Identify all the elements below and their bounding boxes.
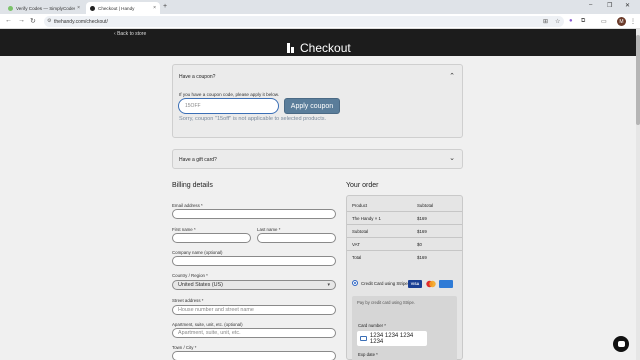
browser-tab-simplycodes[interactable]: Verify Codes — SimplyCodes × [4,2,84,14]
country-value: United States (US) [178,282,223,288]
last-name-label: Last name * [257,227,281,232]
order-row: Subtotal $169 [347,225,462,238]
url-text: thehandy.com/checkout/ [54,18,108,25]
apply-coupon-button[interactable]: Apply coupon [284,98,340,114]
handy-favicon-icon [90,5,95,11]
card-number-input[interactable]: 1234 1234 1234 1234 [357,331,427,346]
gift-card-toggle[interactable]: Have a gift card? [179,157,217,163]
extension-icon[interactable]: ● [569,18,573,24]
side-panel-icon[interactable]: ▭ [601,18,607,25]
tab-label: Checkout | Handy [98,5,135,11]
order-row-value: $169 [417,255,427,260]
back-to-store-link[interactable]: ‹ Back to store [114,31,146,37]
reload-icon[interactable]: ↻ [30,17,36,25]
last-name-field[interactable] [257,233,336,243]
browser-tab-checkout[interactable]: Checkout | Handy × [86,2,160,14]
stripe-card-form: Pay by credit card using Stripe. Card nu… [352,296,457,360]
order-row-value: $169 [417,216,427,221]
coupon-toggle[interactable]: Have a coupon? [179,74,215,80]
email-label: Email address * [172,203,203,208]
street-label: Street address * [172,298,204,303]
dropdown-caret-icon: ▾ [327,282,330,288]
gift-card-panel[interactable]: Have a gift card? ⌄ [172,149,463,169]
order-row-value: $169 [417,229,427,234]
order-total-row: Total $169 [347,251,462,265]
scrollbar-thumb[interactable] [636,35,640,125]
apartment-placeholder: Apartment, suite, unit, etc. [178,330,241,336]
back-to-store-label: Back to store [117,31,147,37]
order-summary: Product Subtotal The Handy × 1 $169 Subt… [346,195,463,360]
tab-label: Verify Codes — SimplyCodes [16,5,76,11]
visa-icon: VISA [408,280,422,288]
page-title: Checkout [300,41,351,55]
page-scrollbar[interactable] [636,29,640,360]
coupon-hint: If you have a coupon code, please apply … [179,92,280,97]
order-row-label: Subtotal [352,229,369,234]
amex-icon [439,280,453,288]
country-select[interactable]: United States (US) ▾ [172,280,336,290]
order-row: The Handy × 1 $169 [347,212,462,225]
first-name-field[interactable] [172,233,251,243]
country-label: Country / Region * [172,273,208,278]
order-row-value: $0 [417,242,422,247]
menu-dots-icon[interactable]: ⋮ [630,18,636,25]
town-label: Town / City * [172,345,197,350]
street-placeholder: House number and street name [178,307,254,313]
translate-icon[interactable]: ⊞ [543,18,548,25]
card-number-label: Card number * [358,323,386,328]
address-bar[interactable]: ⚙ thehandy.com/checkout/ [44,16,564,27]
minimize-icon[interactable]: – [589,2,592,8]
credit-card-icon [360,336,367,341]
chevron-up-icon[interactable]: ⌃ [449,72,455,80]
first-name-label: First name * [172,227,196,232]
street-address-field[interactable]: House number and street name [172,305,336,315]
order-row-label: Total [352,255,362,260]
forward-arrow-icon[interactable]: → [18,17,25,24]
card-number-placeholder: 1234 1234 1234 1234 [369,332,414,345]
checkout-title: Checkout [287,41,351,55]
simplycodes-favicon-icon [8,5,13,11]
chat-bubble-icon [617,341,625,347]
chevron-down-icon[interactable]: ⌄ [449,154,455,162]
new-tab-icon[interactable]: + [163,3,167,10]
order-header-row: Product Subtotal [347,200,462,212]
town-field[interactable] [172,351,336,360]
order-row: VAT $0 [347,238,462,251]
product-column-header: Product [352,203,368,208]
maximize-icon[interactable]: ❐ [607,2,612,9]
subtotal-column-header: Subtotal [417,203,434,208]
mastercard-icon [424,280,438,288]
browser-tab-bar: Verify Codes — SimplyCodes × Checkout | … [0,0,640,14]
site-header: ‹ Back to store Checkout [0,29,636,56]
close-tab-icon[interactable]: × [153,5,156,11]
handy-logo-icon [287,43,295,53]
billing-heading: Billing details [172,182,213,189]
coupon-code-input[interactable]: 15OFF [178,98,279,114]
stripe-note: Pay by credit card using Stripe. [357,300,415,305]
order-heading: Your order [346,182,379,189]
profile-avatar[interactable]: M [617,17,626,26]
close-tab-icon[interactable]: × [77,5,80,11]
close-window-icon[interactable]: ✕ [625,2,630,9]
order-row-label: The Handy × 1 [352,216,381,221]
company-field[interactable] [172,256,336,266]
order-row-label: VAT [352,242,360,247]
back-arrow-icon[interactable]: ← [5,17,12,24]
apartment-label: Apartment, suite, unit, etc. (optional) [172,322,243,327]
company-label: Company name (optional) [172,250,223,255]
apartment-field[interactable]: Apartment, suite, unit, etc. [172,328,336,338]
payment-radio[interactable] [352,280,358,286]
coupon-error-message: Sorry, coupon "15off" is not applicable … [179,116,327,122]
browser-toolbar: ← → ↻ ⚙ thehandy.com/checkout/ ⊞ ☆ ● ⧉ ▭… [0,14,640,29]
email-field[interactable] [172,209,336,219]
coupon-panel: Have a coupon? ⌃ If you have a coupon co… [172,64,463,138]
expiry-label: Exp date * [358,352,378,357]
site-info-icon[interactable]: ⚙ [47,18,51,24]
payment-method-label: Credit Card using Stripe [361,280,408,286]
payment-method-option[interactable]: Credit Card using Stripe [352,280,408,286]
chat-widget-button[interactable] [613,336,629,352]
extensions-puzzle-icon[interactable]: ⧉ [581,18,585,25]
bookmark-star-icon[interactable]: ☆ [555,18,560,25]
